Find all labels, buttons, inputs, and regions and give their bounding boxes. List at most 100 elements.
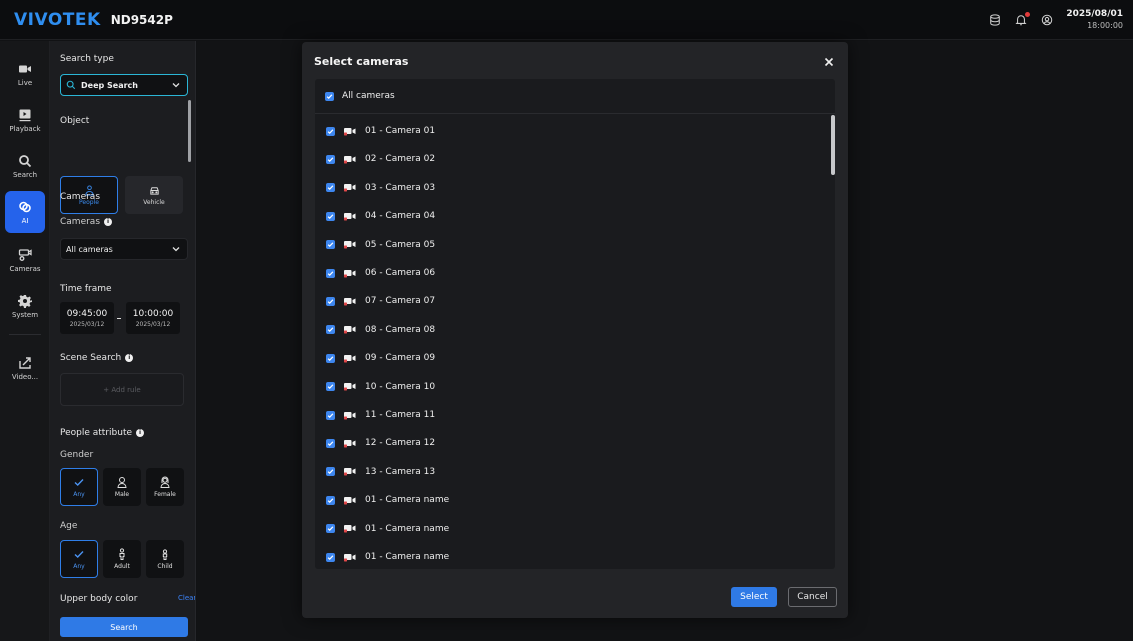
camera-checkbox[interactable] [326, 353, 335, 363]
camera-checkbox[interactable] [326, 382, 335, 392]
camera-row[interactable]: 09 - Camera 09 [315, 344, 825, 372]
close-icon[interactable] [823, 56, 835, 68]
nav-item-search[interactable]: Search [5, 145, 45, 187]
dialog-title: Select cameras [314, 55, 409, 68]
male-icon [117, 477, 127, 488]
nav-label-search: Search [12, 170, 38, 179]
camera-row[interactable]: 10 - Camera 10 [315, 373, 825, 401]
device-model: ND9542P [110, 12, 173, 27]
end-date: 2025/03/12 [135, 320, 171, 328]
checkmark-icon [327, 128, 334, 134]
info-icon[interactable]: i [125, 353, 134, 362]
checkmark-icon [327, 185, 334, 191]
nav-item-cameras[interactable]: Cameras [5, 239, 45, 281]
camera-row[interactable]: 05 - Camera 05 [315, 231, 825, 259]
checkmark-icon [327, 242, 334, 248]
camera-checkbox[interactable] [326, 524, 335, 534]
nav-item-live[interactable]: Live [5, 53, 45, 95]
age-any-label: Any [73, 563, 85, 570]
camera-row[interactable]: 02 - Camera 02 [315, 145, 825, 173]
clear-link[interactable]: Clear [178, 594, 195, 602]
camera-checkbox[interactable] [326, 552, 335, 562]
camera-checkbox[interactable] [326, 296, 335, 306]
gender-any-label: Any [73, 491, 85, 498]
age-adult-label: Adult [114, 563, 130, 570]
add-rule-button[interactable]: + Add rule [60, 373, 184, 406]
camera-icon [344, 468, 356, 476]
storage-icon[interactable] [988, 13, 1002, 27]
end-time: 10:00:00 [132, 308, 174, 319]
camera-label: 01 - Camera 01 [365, 126, 436, 136]
checkmark-icon [327, 214, 334, 219]
camera-checkbox[interactable] [326, 154, 335, 164]
top-right-toolbar: 2025/08/01 18:00:00 [988, 0, 1123, 40]
date-time-display: 2025/08/01 18:00:00 [1066, 9, 1123, 31]
camera-checkbox[interactable] [326, 467, 335, 477]
camera-icon [344, 525, 356, 533]
end-time-picker[interactable]: 10:00:00 2025/03/12 [126, 302, 180, 334]
camera-row[interactable]: 04 - Camera 04 [315, 202, 825, 230]
camera-label: 12 - Camera 12 [365, 438, 436, 449]
camera-row[interactable]: 01 - Camera name [315, 486, 825, 514]
camera-checkbox[interactable] [326, 268, 335, 278]
camera-checkbox[interactable] [326, 410, 335, 420]
gender-female-option[interactable]: Female [146, 468, 184, 506]
camera-row[interactable]: 01 - Camera 01 [315, 117, 825, 145]
camera-label: 11 - Camera 11 [365, 410, 436, 420]
nav-item-system[interactable]: System [5, 285, 45, 327]
search-button[interactable]: Search [60, 617, 188, 637]
gender-label: Gender [60, 450, 94, 460]
camera-label: 01 - Camera name [365, 523, 450, 534]
camera-list-scrollbar[interactable] [831, 115, 835, 175]
cameras-icon [18, 248, 32, 261]
camera-row[interactable]: 13 - Camera 13 [315, 458, 825, 486]
cancel-button[interactable]: Cancel [788, 587, 837, 607]
camera-row[interactable]: 06 - Camera 06 [315, 259, 825, 287]
camera-row[interactable]: 01 - Camera name [315, 515, 825, 543]
camera-row[interactable]: 03 - Camera 03 [315, 174, 825, 202]
nav-label-ai: AI [21, 216, 29, 225]
camera-row[interactable]: 11 - Camera 11 [315, 401, 825, 429]
age-adult-option[interactable]: Adult [103, 540, 141, 578]
camera-label: 03 - Camera 03 [365, 182, 436, 193]
cameras-sublabel: Cameras i [60, 217, 113, 227]
panel-scrollbar[interactable] [188, 100, 191, 162]
brand-logo: VIVOTEK [14, 9, 101, 30]
camera-row[interactable]: 01 - Camera name [315, 543, 825, 569]
nav-item-playback[interactable]: Playback [5, 99, 45, 141]
cameras-dropdown[interactable]: All cameras [60, 238, 188, 260]
camera-checkbox[interactable] [326, 438, 335, 448]
checkmark-icon [327, 356, 334, 361]
camera-row[interactable]: 12 - Camera 12 [315, 429, 825, 457]
camera-label: 06 - Camera 06 [365, 268, 436, 278]
info-icon[interactable]: i [104, 217, 113, 226]
info-icon[interactable]: i [136, 428, 145, 437]
nav-item-video-export[interactable]: Video... [5, 347, 45, 389]
start-time: 09:45:00 [66, 308, 108, 319]
user-account-icon[interactable] [1040, 13, 1054, 27]
camera-row[interactable]: 08 - Camera 08 [315, 316, 825, 344]
notification-bell-icon[interactable] [1014, 12, 1031, 27]
select-button[interactable]: Select [731, 587, 777, 607]
left-navigation: Live Playback Search AI Cameras System V… [0, 41, 50, 641]
current-date: 2025/08/01 [1066, 9, 1123, 19]
gender-male-option[interactable]: Male [103, 468, 141, 506]
object-vehicle-option[interactable]: Vehicle [125, 176, 183, 214]
gender-any-option[interactable]: Any [60, 468, 98, 506]
search-type-dropdown[interactable]: Deep Search [60, 74, 188, 96]
camera-row[interactable]: 07 - Camera 07 [315, 287, 825, 315]
camera-checkbox[interactable] [326, 240, 335, 250]
start-time-picker[interactable]: 09:45:00 2025/03/12 [60, 302, 114, 334]
camera-checkbox[interactable] [326, 495, 335, 505]
camera-checkbox[interactable] [326, 325, 335, 335]
all-cameras-checkbox[interactable] [325, 91, 334, 101]
all-cameras-row[interactable]: All cameras [315, 79, 835, 114]
nav-item-ai[interactable]: AI [5, 191, 45, 233]
age-any-option[interactable]: Any [60, 540, 98, 578]
nav-label-system: System [11, 310, 39, 319]
age-child-option[interactable]: Child [146, 540, 184, 578]
camera-checkbox[interactable] [326, 126, 335, 136]
camera-checkbox[interactable] [326, 211, 335, 221]
camera-icon [344, 553, 356, 561]
camera-checkbox[interactable] [326, 183, 335, 193]
